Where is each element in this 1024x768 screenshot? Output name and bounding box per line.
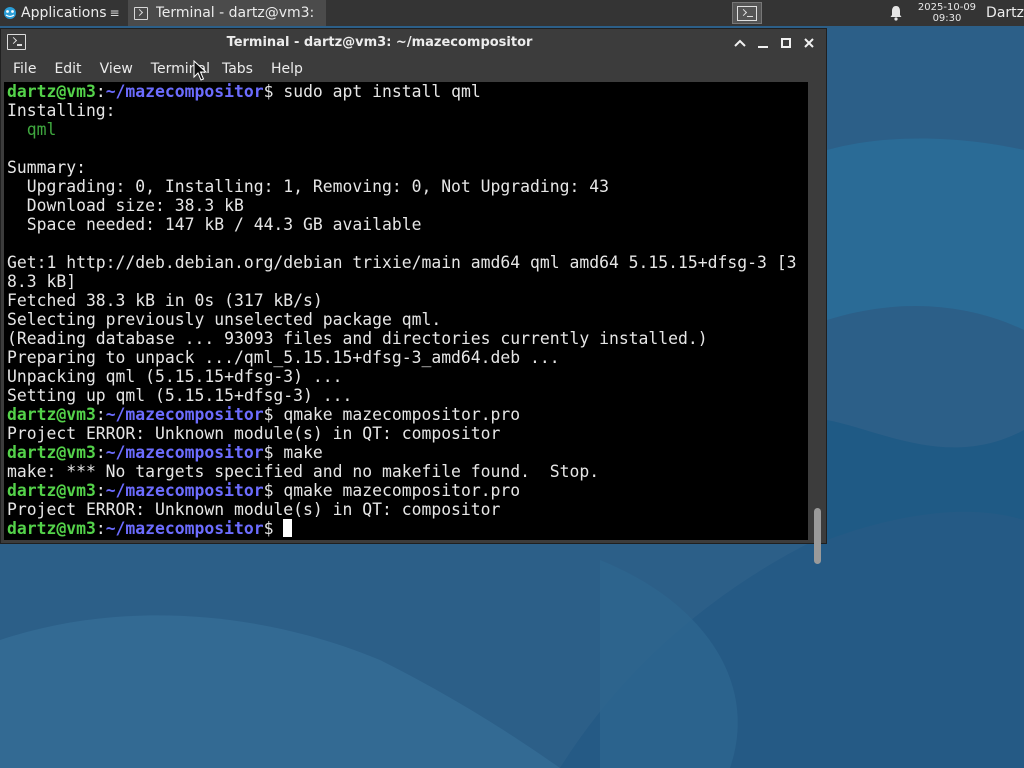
prompt-path: ~/mazecompositor — [105, 82, 264, 101]
minimize-button[interactable] — [751, 33, 774, 53]
prompt-user-host: dartz@vm3 — [7, 519, 96, 538]
terminal-icon — [736, 5, 757, 21]
prompt-user-host: dartz@vm3 — [7, 481, 96, 500]
prompt-command: qmake mazecompositor.pro — [283, 481, 521, 500]
prompt-path: ~/mazecompositor — [105, 443, 264, 462]
window-titlebar[interactable]: Terminal - dartz@vm3: ~/mazecompositor — [1, 29, 826, 57]
menu-help[interactable]: Help — [265, 61, 309, 77]
terminal-output-line: 8.3 kB] — [7, 272, 77, 291]
clock-date: 2025-10-09 — [917, 2, 977, 13]
menu-file[interactable]: File — [7, 61, 42, 77]
minimize-icon — [757, 46, 768, 48]
terminal-prompt-line: dartz@vm3:~/mazecompositor$ make — [7, 443, 323, 462]
top-panel: Applications ≡ Terminal - dartz@vm3: ...… — [0, 0, 1024, 26]
terminal-output-line: Project ERROR: Unknown module(s) in QT: … — [7, 500, 501, 519]
prompt-command: make — [283, 443, 323, 462]
terminal-output-line: Summary: — [7, 158, 86, 177]
prompt-path: ~/mazecompositor — [105, 405, 264, 424]
maximize-button[interactable] — [774, 33, 797, 53]
taskbar-terminal-label: Terminal - dartz@vm3: ... — [155, 5, 318, 21]
terminal-prompt-line: dartz@vm3:~/mazecompositor$ qmake mazeco… — [7, 481, 521, 500]
prompt-path: ~/mazecompositor — [105, 481, 264, 500]
terminal-output-line: Selecting previously unselected package … — [7, 310, 442, 329]
terminal-prompt-line: dartz@vm3:~/mazecompositor$ qmake mazeco… — [7, 405, 521, 424]
prompt-command: qmake mazecompositor.pro — [283, 405, 521, 424]
terminal-output[interactable]: dartz@vm3:~/mazecompositor$ sudo apt ins… — [4, 82, 808, 540]
prompt-path: ~/mazecompositor — [105, 519, 264, 538]
tray-terminal-launcher[interactable] — [731, 2, 762, 24]
clock-time: 09:30 — [932, 13, 962, 24]
terminal-output-line: Preparing to unpack .../qml_5.15.15+dfsg… — [7, 348, 560, 367]
prompt-user-host: dartz@vm3 — [7, 82, 96, 101]
prompt-user-host: dartz@vm3 — [7, 443, 96, 462]
menu-edit[interactable]: Edit — [48, 61, 87, 77]
terminal-output-line: Installing: — [7, 101, 116, 120]
terminal-prompt-line: dartz@vm3:~/mazecompositor$ sudo apt ins… — [7, 82, 481, 101]
terminal-output-line: Get:1 http://deb.debian.org/debian trixi… — [7, 253, 797, 272]
window-title: Terminal - dartz@vm3: ~/mazecompositor — [226, 35, 533, 50]
terminal-scrollbar[interactable] — [809, 82, 826, 564]
terminal-output-line: Unpacking qml (5.15.15+dfsg-3) ... — [7, 367, 343, 386]
menu-tabs[interactable]: Tabs — [216, 61, 259, 77]
panel-clock[interactable]: 2025-10-09 09:30 — [918, 2, 976, 24]
terminal-output-line: make: *** No targets specified and no ma… — [7, 462, 600, 481]
terminal-output-line: Project ERROR: Unknown module(s) in QT: … — [7, 424, 501, 443]
terminal-prompt-line: dartz@vm3:~/mazecompositor$ — [7, 519, 808, 538]
user-menu[interactable]: Dartz — [986, 5, 1024, 21]
menu-bar: File Edit View Terminal Tabs Help — [1, 57, 826, 81]
maximize-icon — [780, 38, 791, 48]
close-button[interactable] — [797, 33, 820, 53]
text-cursor — [283, 519, 293, 537]
taskbar-terminal-button[interactable]: Terminal - dartz@vm3: ... — [127, 0, 326, 26]
prompt-user-host: dartz@vm3 — [7, 405, 96, 424]
menu-glyph-icon: ≡ — [109, 6, 120, 20]
scrollbar-thumb[interactable] — [814, 508, 821, 564]
terminal-output-line: Fetched 38.3 kB in 0s (317 kB/s) — [7, 291, 323, 310]
close-icon — [803, 38, 814, 48]
terminal-output-line: Setting up qml (5.15.15+dfsg-3) ... — [7, 386, 353, 405]
terminal-window: Terminal - dartz@vm3: ~/mazecompositor F… — [0, 28, 827, 564]
prompt-command: sudo apt install qml — [283, 82, 481, 101]
mouse-pointer-icon — [193, 60, 207, 81]
terminal-output-line: (Reading database ... 93093 files and di… — [7, 329, 708, 348]
applications-menu-button[interactable]: Applications ≡ — [0, 0, 124, 26]
chevron-up-icon — [733, 39, 746, 47]
applications-label: Applications — [21, 5, 107, 21]
shade-button[interactable] — [728, 33, 751, 53]
menu-view[interactable]: View — [94, 61, 139, 77]
terminal-output-line: Upgrading: 0, Installing: 1, Removing: 0… — [7, 177, 609, 196]
terminal-package-line: qml — [7, 120, 57, 139]
terminal-output-line: Space needed: 147 kB / 44.3 GB available — [7, 215, 422, 234]
terminal-output-line: Download size: 38.3 kB — [7, 196, 244, 215]
terminal-icon — [133, 6, 148, 20]
xfce-logo-icon — [4, 7, 16, 19]
notification-bell-icon[interactable] — [888, 4, 904, 22]
